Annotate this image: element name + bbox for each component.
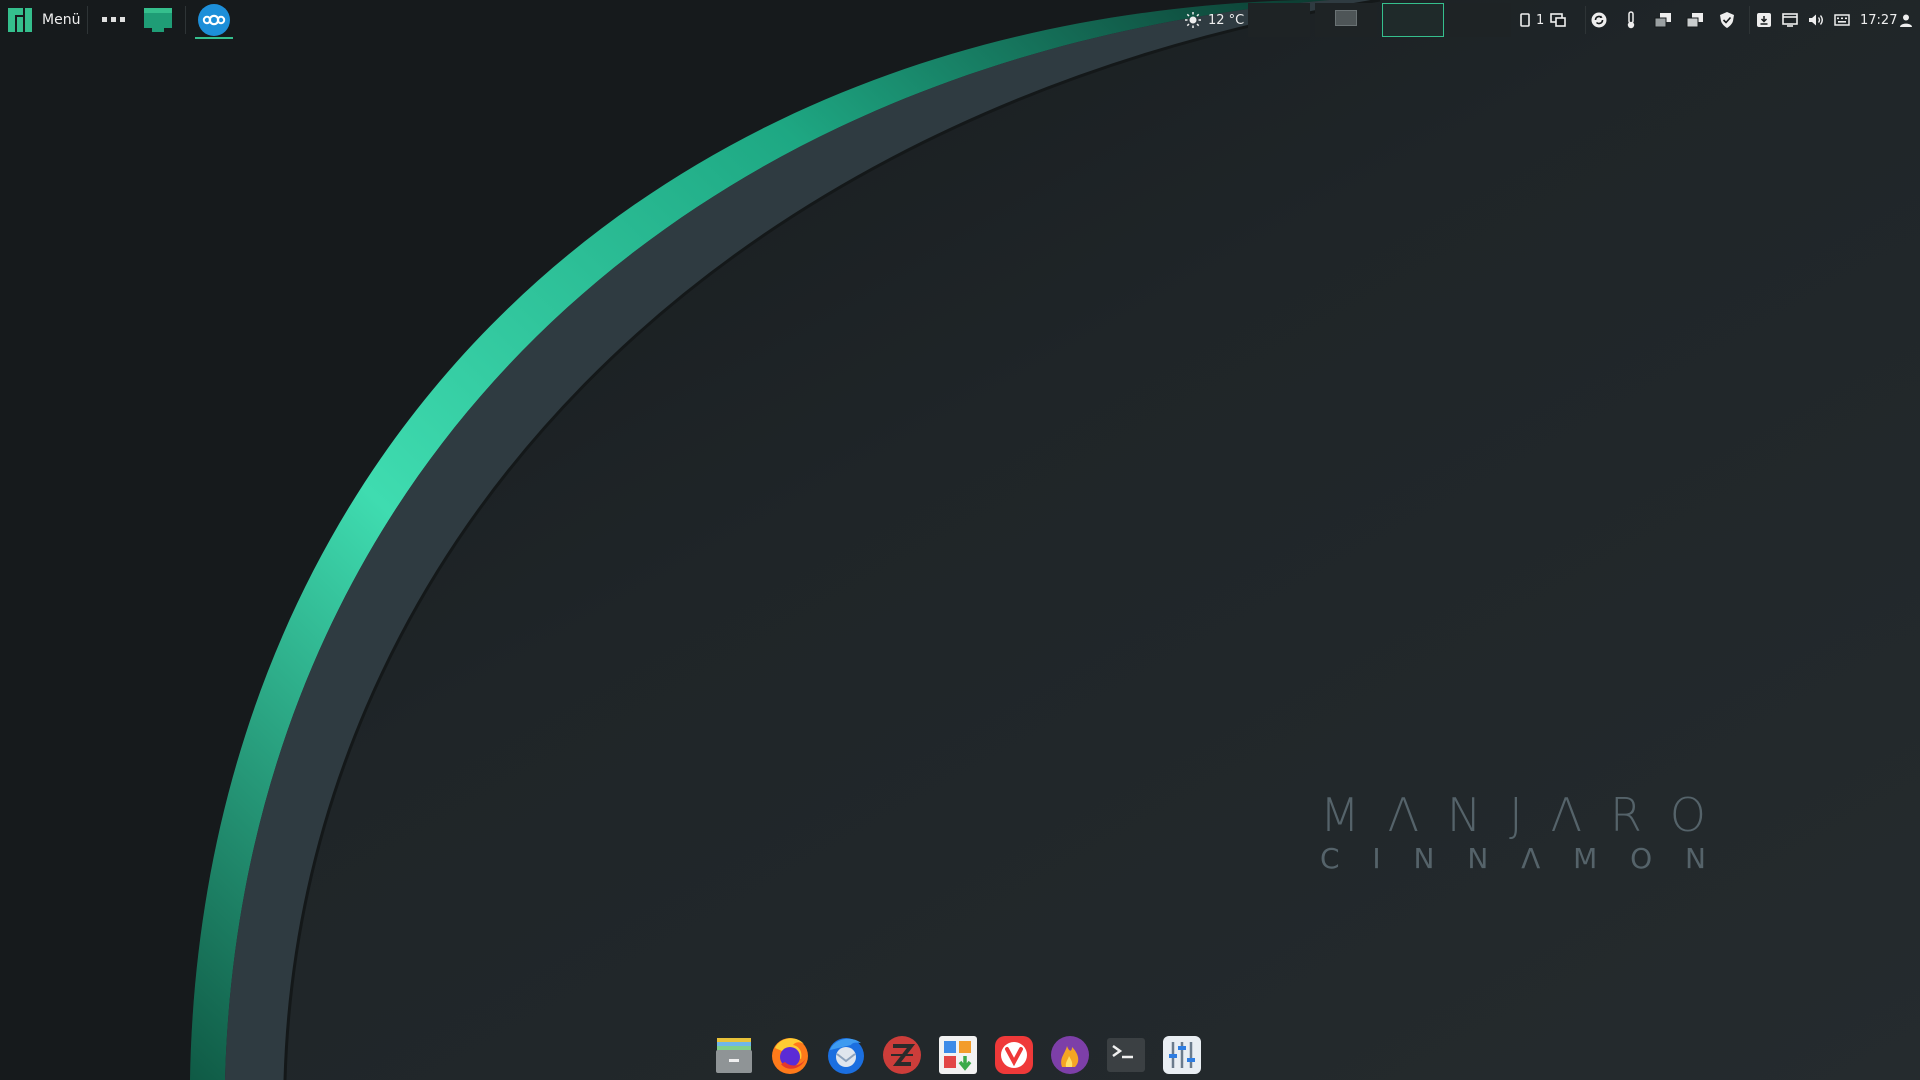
watermark-letter: R <box>1609 788 1642 842</box>
sun-icon <box>1185 12 1201 28</box>
phone-icon <box>1520 13 1530 27</box>
panel-separator <box>1585 6 1586 34</box>
flame-app-icon[interactable] <box>1048 1033 1092 1077</box>
watermark-letter: N <box>1467 842 1489 875</box>
watermark-letter: N <box>1413 842 1435 875</box>
terminal-icon[interactable] <box>1104 1033 1148 1077</box>
top-panel: Menü 12 °C 1 17:27 <box>0 0 1920 40</box>
download-icon[interactable] <box>1754 10 1774 30</box>
file-manager-icon[interactable] <box>712 1033 756 1077</box>
weather-applet[interactable]: 12 °C <box>1185 0 1244 40</box>
zotero-icon[interactable] <box>880 1033 924 1077</box>
workspace-2[interactable] <box>1315 3 1377 37</box>
manjaro-logo-icon <box>8 8 32 32</box>
thermometer-icon[interactable] <box>1621 10 1641 30</box>
expo-overview-button[interactable] <box>98 0 130 40</box>
menu-label: Menü <box>42 12 81 28</box>
user-icon[interactable] <box>1896 10 1916 30</box>
sync-icon[interactable] <box>1589 10 1609 30</box>
window-list-icon[interactable] <box>1653 10 1673 30</box>
vivaldi-icon[interactable] <box>992 1033 1036 1077</box>
window-stack-icon[interactable] <box>1685 10 1705 30</box>
windows-icon <box>1550 13 1567 27</box>
software-store-icon[interactable] <box>936 1033 980 1077</box>
workspace-1[interactable] <box>1248 3 1310 37</box>
workspace-4[interactable] <box>1449 3 1511 37</box>
panel-separator <box>1749 6 1750 34</box>
watermark-letter: J <box>1509 788 1523 842</box>
show-desktop-button[interactable] <box>141 0 175 40</box>
firefox-icon[interactable] <box>768 1033 812 1077</box>
clock[interactable]: 17:27 <box>1860 0 1897 40</box>
workspace-count: 1 <box>1536 12 1545 28</box>
keyboard-icon[interactable] <box>1832 10 1852 30</box>
watermark-letter: O <box>1630 842 1653 875</box>
desktop-wallpaper <box>0 0 1920 1080</box>
watermark-letter: Λ <box>1387 788 1420 842</box>
watermark-letter: O <box>1669 788 1706 842</box>
clock-time: 17:27 <box>1860 12 1898 28</box>
nextcloud-icon <box>198 4 230 36</box>
watermark-letter: Λ <box>1521 842 1541 875</box>
workspace-3[interactable] <box>1382 3 1444 37</box>
watermark-letter: N <box>1446 788 1482 842</box>
watermark-letter: Λ <box>1550 788 1583 842</box>
thunderbird-icon[interactable] <box>824 1033 868 1077</box>
application-dock <box>708 1030 1208 1080</box>
menu-button[interactable]: Menü <box>4 0 84 40</box>
watermark-letter: M <box>1320 788 1360 842</box>
manjaro-watermark-title: M Λ N J Λ R O <box>1320 788 1706 842</box>
watermark-letter: I <box>1372 842 1381 875</box>
desktop-icon <box>144 8 172 32</box>
active-task-indicator <box>195 37 233 39</box>
taskbar-item-nextcloud[interactable] <box>194 0 234 40</box>
display-icon[interactable] <box>1780 10 1800 30</box>
volume-icon[interactable] <box>1806 10 1826 30</box>
manjaro-watermark-subtitle: C I N N Λ M O N <box>1320 842 1706 875</box>
watermark-letter: N <box>1685 842 1706 875</box>
dots-icon <box>102 17 125 22</box>
panel-separator <box>185 6 186 34</box>
watermark-letter: C <box>1320 842 1340 875</box>
panel-separator <box>87 6 88 34</box>
workspace-counter[interactable]: 1 <box>1520 0 1567 40</box>
weather-temperature: 12 °C <box>1208 12 1245 28</box>
mixer-settings-icon[interactable] <box>1160 1033 1204 1077</box>
watermark-letter: M <box>1573 842 1598 875</box>
workspace-window-thumbnail <box>1335 10 1357 26</box>
shield-icon[interactable] <box>1717 10 1737 30</box>
